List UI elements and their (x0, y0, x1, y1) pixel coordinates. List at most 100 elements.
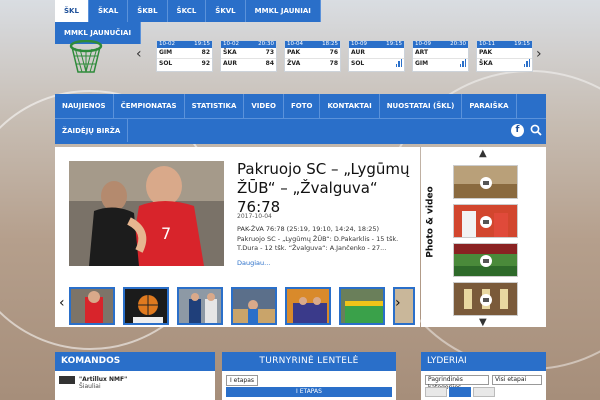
scores-strip: ‹ 10-02 19:15 GIM 82 SOL 92 10-02 20:30 ŠKA 73 AUR… (136, 36, 556, 74)
thumbnail-slider: ‹ › (55, 285, 420, 325)
game-time: 20:30 (450, 41, 466, 47)
slider-thumbnail[interactable] (177, 287, 223, 325)
site-logo[interactable] (66, 39, 106, 78)
stage-tab[interactable]: I etapas (226, 375, 259, 386)
score-box[interactable]: 10-02 19:15 GIM 82 SOL 92 (156, 40, 213, 72)
featured-photo[interactable]: 7 (69, 161, 224, 266)
stage-header: I ETAPAS (226, 387, 392, 397)
league-tab[interactable]: ŠKAL (88, 0, 129, 22)
slider-prev-arrow-icon[interactable]: ‹ (59, 295, 65, 311)
stats-bars-icon[interactable] (395, 59, 402, 67)
teams-panel: KOMANDOS "Artillux NMF" Šiauliai (55, 352, 215, 400)
stats-bars-icon[interactable] (459, 59, 466, 67)
slider-thumbnail[interactable] (231, 287, 277, 325)
league-tab[interactable]: ŠKL (55, 0, 89, 22)
home-score: 76 (329, 49, 338, 56)
scores-next-arrow-icon[interactable]: › (536, 46, 542, 62)
media-thumbnail[interactable] (453, 243, 518, 277)
featured-article: 7 Pakruojo SC – „Lygūmų ŽŪB“ – „Žvalguva… (55, 147, 420, 327)
game-date: 10-04 (287, 41, 303, 47)
game-time: 20:30 (258, 41, 274, 47)
score-box[interactable]: 10-02 20:30 ŠKA 73 AUR 84 (220, 40, 277, 72)
leaders-panel: LYDERIAI Pagrindinės kategorijos Visi et… (421, 352, 546, 400)
team-name[interactable]: "Artillux NMF" (79, 376, 127, 383)
nav-item[interactable]: FOTO (284, 94, 321, 118)
game-time: 19:15 (386, 41, 402, 47)
home-team: GIM (159, 49, 173, 56)
slider-next-arrow-icon[interactable]: › (395, 295, 401, 311)
score-box[interactable]: 10-04 18:25 PAK 76 ŽVA 78 (284, 40, 341, 72)
away-team: SOL (351, 60, 365, 67)
read-more-link[interactable]: Daugiau... (237, 259, 270, 267)
away-team: SOL (159, 60, 173, 67)
slider-thumbnail[interactable] (123, 287, 169, 325)
slider-thumbnail[interactable] (339, 287, 385, 325)
game-time: 19:15 (514, 41, 530, 47)
home-team: ART (415, 49, 429, 56)
leaders-tab[interactable] (473, 387, 495, 397)
nav-item[interactable]: PARAIŠKA (462, 94, 517, 118)
slider-thumbnail[interactable] (69, 287, 115, 325)
league-tab[interactable]: ŠKCL (167, 0, 207, 22)
nav-item[interactable]: NAUJIENOS (55, 94, 114, 118)
media-down-arrow-icon[interactable]: ▼ (479, 317, 487, 328)
search-icon[interactable] (530, 124, 542, 136)
league-tab[interactable]: ŠKVL (206, 0, 246, 22)
game-date: 10-02 (223, 41, 239, 47)
scores-prev-arrow-icon[interactable]: ‹ (136, 46, 142, 62)
media-thumbnail[interactable] (453, 204, 518, 238)
leaders-tab[interactable] (449, 387, 471, 397)
game-date: 10-09 (415, 41, 431, 47)
home-team: ŠKA (223, 49, 237, 56)
nav-item[interactable]: STATISTIKA (185, 94, 245, 118)
league-tab[interactable]: MMKL JAUNIAI (245, 0, 321, 22)
photo-video-panel: Photo & video ▲ ▼ (421, 147, 546, 328)
leaders-panel-title: LYDERIAI (421, 352, 546, 371)
nav-item[interactable]: ŽAIDĖJŲ BIRŽA (55, 119, 129, 142)
photo-video-label: Photo & video (425, 186, 436, 258)
media-up-arrow-icon[interactable]: ▲ (479, 148, 487, 159)
score-box[interactable]: 10-09 19:15 AUR SOL (348, 40, 405, 72)
home-team: PAK (479, 49, 493, 56)
stage-select[interactable]: Visi etapai (492, 375, 542, 385)
stats-bars-icon[interactable] (523, 59, 530, 67)
team-logo-icon (59, 376, 75, 384)
nav-item[interactable]: VIDEO (244, 94, 284, 118)
media-thumbnail[interactable] (453, 165, 518, 199)
game-time: 19:15 (194, 41, 210, 47)
media-thumbnail[interactable] (453, 282, 518, 316)
score-box[interactable]: 10-09 20:30 ART GIM (412, 40, 469, 72)
team-city: Šiauliai (79, 383, 101, 390)
home-team: PAK (287, 49, 301, 56)
article-title[interactable]: Pakruojo SC – „Lygūmų ŽŪB“ – „Žvalguva“ … (237, 160, 412, 217)
away-team: GIM (415, 60, 429, 67)
teams-panel-title: KOMANDOS (55, 352, 215, 371)
game-time: 18:25 (322, 41, 338, 47)
standings-panel: TURNYRINĖ LENTELĖ I etapas I ETAPAS (222, 352, 396, 400)
standings-panel-title: TURNYRINĖ LENTELĖ (222, 352, 396, 371)
away-team: ŠKA (479, 60, 493, 67)
game-date: 10-11 (479, 41, 495, 47)
away-team: AUR (223, 60, 237, 67)
nav-item[interactable]: KONTAKTAI (320, 94, 380, 118)
away-team: ŽVA (287, 60, 301, 67)
score-box[interactable]: 10-11 19:15 PAK ŠKA (476, 40, 533, 72)
article-excerpt: PAK-ŽVA 76:78 (25:19, 19:10, 14:24, 18:2… (237, 225, 399, 252)
leaders-tab[interactable] (425, 387, 447, 397)
game-date: 10-09 (351, 41, 367, 47)
nav-item[interactable]: ČEMPIONATAS (114, 94, 185, 118)
home-team: AUR (351, 49, 365, 56)
nav-item[interactable]: NUOSTATAI (ŠKL) (380, 94, 463, 118)
category-select[interactable]: Pagrindinės kategorijos (425, 375, 489, 391)
game-date: 10-02 (159, 41, 175, 47)
main-navigation: NAUJIENOS ČEMPIONATAS STATISTIKA VIDEO FOTO K… (55, 94, 546, 144)
away-score: 78 (329, 60, 338, 67)
facebook-icon[interactable]: f (511, 123, 524, 137)
slider-thumbnail[interactable] (285, 287, 331, 325)
league-tab[interactable]: ŠKBL (128, 0, 168, 22)
team-entry[interactable]: "Artillux NMF" Šiauliai (59, 376, 127, 390)
article-date: 2017-10-04 (237, 213, 272, 220)
away-score: 92 (201, 60, 210, 67)
away-score: 84 (265, 60, 274, 67)
home-score: 82 (201, 49, 210, 56)
